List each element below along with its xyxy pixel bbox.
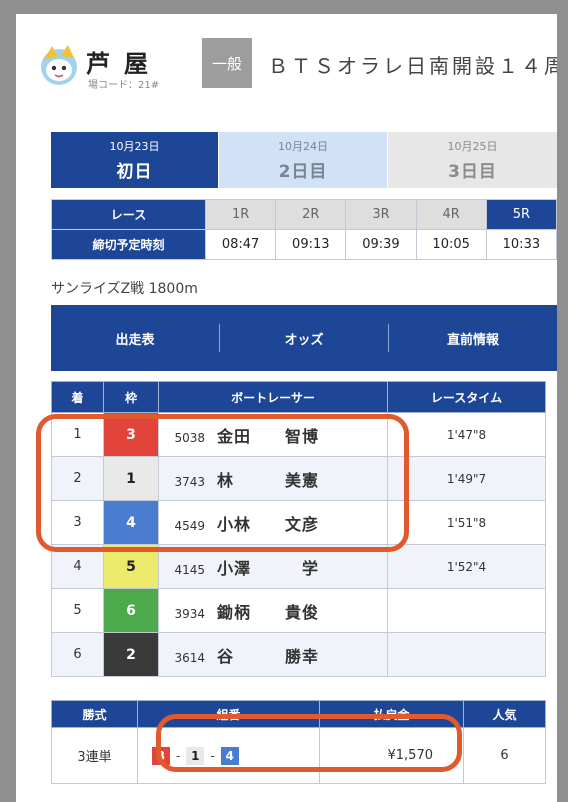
frame-badge: 3	[103, 412, 159, 457]
racer-reg-number: 3614	[174, 650, 205, 665]
racer-cell[interactable]: 5038 金田 智博	[158, 412, 388, 457]
col-time-header: レースタイム	[387, 381, 546, 413]
race-menu-bar: 出走表 オッズ 直前情報	[51, 305, 557, 371]
racer-name[interactable]: 林 美憲	[217, 471, 319, 490]
race-tab-5r[interactable]: 5R	[485, 199, 557, 230]
racer-name[interactable]: 小林 文彦	[217, 515, 319, 534]
frame-badge: 2	[103, 632, 159, 677]
racer-reg-number: 3743	[174, 474, 205, 489]
day-tab-1[interactable]: 10月23日 初日	[51, 132, 218, 188]
venue-code: 場コード：21#	[88, 80, 160, 91]
col-frame-header: 枠	[103, 381, 159, 413]
deadline-time: 10:05	[415, 229, 487, 260]
day-tab-date: 10月23日	[109, 140, 160, 153]
col-payout-header: 払戻金	[319, 700, 464, 728]
racer-reg-number: 5038	[174, 430, 205, 445]
racer-cell[interactable]: 3743 林 美憲	[158, 456, 388, 501]
deadline-time: 08:47	[204, 229, 277, 260]
race-time	[387, 588, 546, 633]
race-title: ＢＴＳオラレ日南開設１４周年	[268, 54, 557, 78]
col-combination-header: 組番	[137, 700, 320, 728]
race-name: サンライズZ戦 1800m	[51, 281, 198, 297]
deadline-time: 10:33	[485, 229, 557, 260]
race-result-page: 芦屋 場コード：21# 一般 ＢＴＳオラレ日南開設１４周年 10月23日 初日 …	[16, 14, 557, 802]
racer-reg-number: 3934	[174, 606, 205, 621]
combo-frame-badge: 4	[220, 746, 239, 765]
col-racer-header: ボートレーサー	[158, 381, 388, 413]
race-tab-2r[interactable]: 2R	[275, 199, 347, 230]
day-tab-label: 初日	[116, 162, 153, 182]
col-rank-header: 着	[51, 381, 104, 413]
race-time: 1'47"8	[387, 412, 546, 457]
race-tab-4r[interactable]: 4R	[415, 199, 487, 230]
day-tab-date: 10月25日	[447, 140, 498, 153]
rank: 6	[51, 632, 104, 677]
race-tab-3r[interactable]: 3R	[345, 199, 417, 230]
rank: 3	[51, 500, 104, 545]
race-schedule-grid: レース 1R 2R 3R 4R 5R 締切予定時刻 08:47 09:13 09…	[51, 199, 557, 260]
race-time	[387, 632, 546, 677]
deadline-header-label: 締切予定時刻	[51, 229, 206, 260]
payout-table: 勝式 組番 払戻金 人気 3連単 3 - 1 - 4 ¥1,570 6	[51, 700, 546, 784]
result-table: 着 枠 ボートレーサー レースタイム 1 3 5038 金田 智博 1'47"8 2 1 37…	[51, 381, 546, 677]
race-time: 1'52"4	[387, 544, 546, 589]
racer-cell[interactable]: 4145 小澤 学	[158, 544, 388, 589]
frame-badge: 6	[103, 588, 159, 633]
mascot-logo-icon	[41, 45, 77, 85]
menu-odds[interactable]: オッズ	[220, 329, 388, 348]
rank: 1	[51, 412, 104, 457]
day-tab-label: 2日目	[278, 162, 328, 182]
racer-cell[interactable]: 4549 小林 文彦	[158, 500, 388, 545]
deadline-time: 09:39	[345, 229, 417, 260]
menu-entry-list[interactable]: 出走表	[51, 329, 219, 348]
racer-cell[interactable]: 3934 鋤柄 貴俊	[158, 588, 388, 633]
racer-reg-number: 4549	[174, 518, 205, 533]
race-time: 1'49"7	[387, 456, 546, 501]
rank: 5	[51, 588, 104, 633]
race-tab-1r[interactable]: 1R	[204, 199, 277, 230]
frame-badge: 5	[103, 544, 159, 589]
rank: 2	[51, 456, 104, 501]
result-row: 5 6 3934 鋤柄 貴俊	[51, 588, 546, 633]
venue-name: 芦屋	[86, 50, 162, 78]
racer-cell[interactable]: 3614 谷 勝幸	[158, 632, 388, 677]
racer-name[interactable]: 金田 智博	[217, 427, 319, 446]
result-row: 2 1 3743 林 美憲 1'49"7	[51, 456, 546, 501]
racer-reg-number: 4145	[174, 562, 205, 577]
combo-frame-badge: 1	[186, 746, 205, 765]
combination-cell: 3 - 1 - 4	[137, 727, 320, 784]
day-tab-2[interactable]: 10月24日 2日目	[219, 132, 387, 188]
combo-frame-badge: 3	[152, 746, 170, 765]
racer-name[interactable]: 谷 勝幸	[217, 647, 319, 666]
deadline-time: 09:13	[275, 229, 347, 260]
frame-badge: 1	[103, 456, 159, 501]
rank: 4	[51, 544, 104, 589]
result-row: 4 5 4145 小澤 学 1'52"4	[51, 544, 546, 589]
result-row: 6 2 3614 谷 勝幸	[51, 632, 546, 677]
race-header-label: レース	[51, 199, 206, 230]
day-tab-label: 3日目	[448, 162, 497, 182]
menu-pre-race-info[interactable]: 直前情報	[389, 329, 557, 348]
col-popularity-header: 人気	[463, 700, 546, 728]
combination: 3 - 1 - 4	[152, 746, 239, 765]
payout-amount: ¥1,570	[319, 727, 464, 784]
day-tab-date: 10月24日	[278, 140, 328, 153]
racer-name[interactable]: 鋤柄 貴俊	[217, 603, 319, 622]
popularity: 6	[463, 727, 546, 784]
result-row: 3 4 4549 小林 文彦 1'51"8	[51, 500, 546, 545]
race-time: 1'51"8	[387, 500, 546, 545]
result-row: 1 3 5038 金田 智博 1'47"8	[51, 412, 546, 457]
day-tab-3[interactable]: 10月25日 3日目	[388, 132, 557, 188]
bet-type: 3連単	[51, 727, 138, 784]
racer-name[interactable]: 小澤 学	[217, 559, 319, 578]
grade-badge: 一般	[202, 38, 252, 88]
col-bet-type-header: 勝式	[51, 700, 138, 728]
frame-badge: 4	[103, 500, 159, 545]
